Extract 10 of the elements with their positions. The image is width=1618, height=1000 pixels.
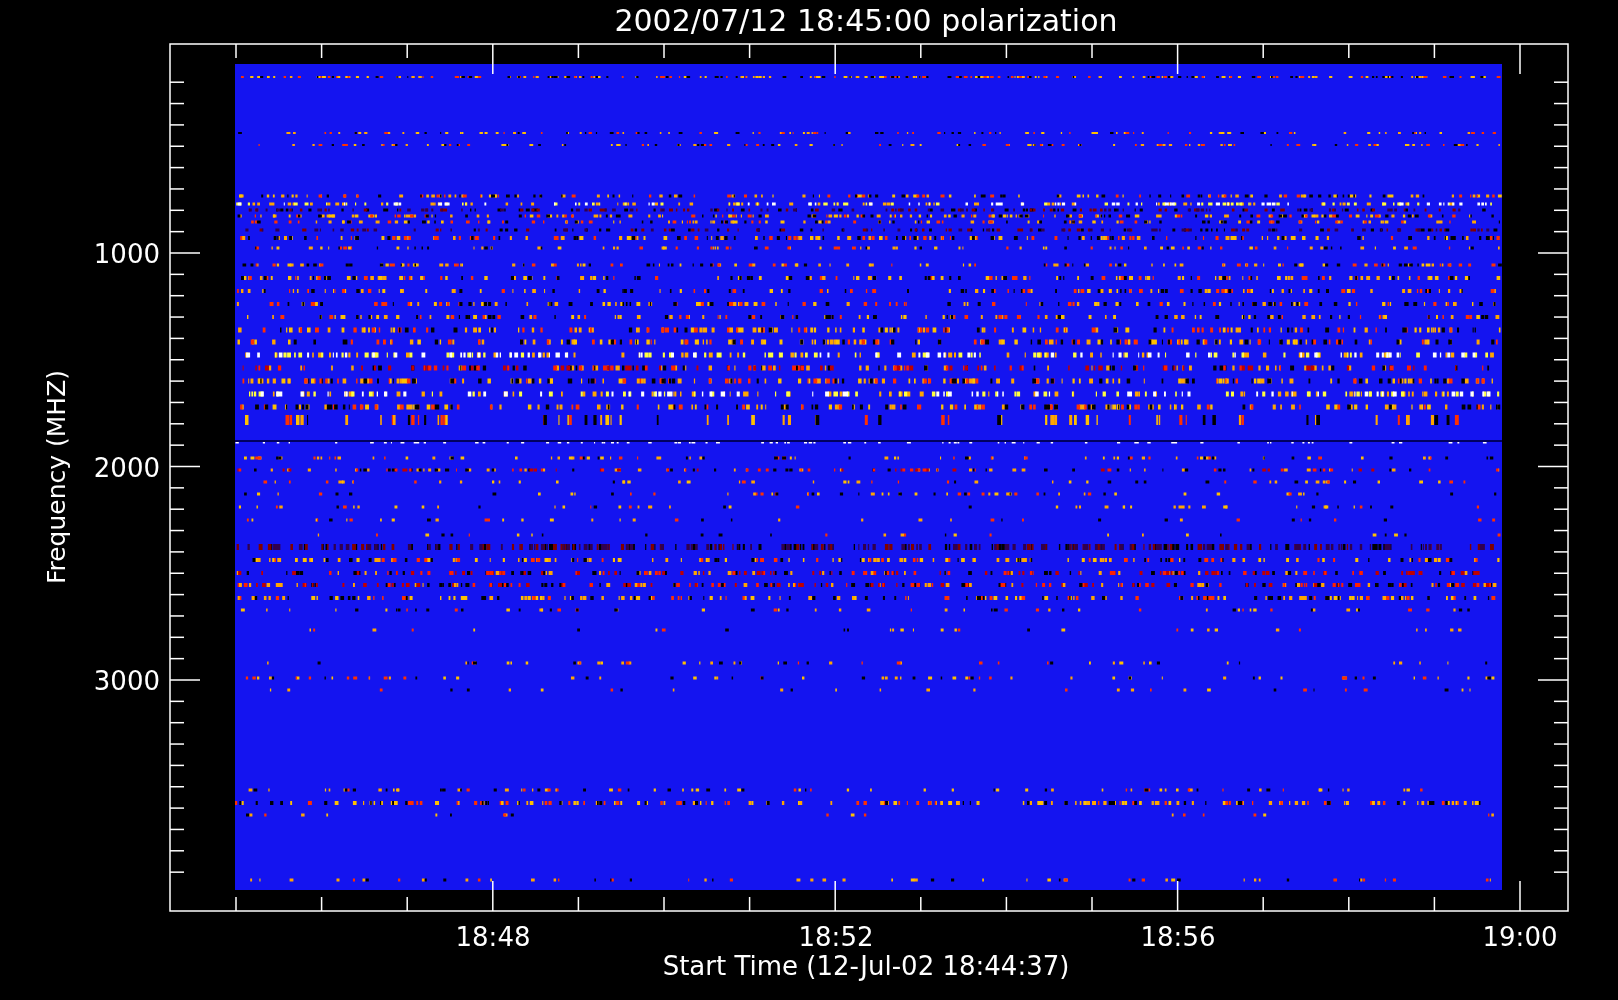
axis-label: Frequency (MHZ) [42, 369, 71, 585]
plot-title: 2002/07/12 18:45:00 polarization [614, 3, 1118, 38]
axis-label: Start Time (12-Jul-02 18:44:37) [662, 951, 1070, 981]
axis-tick-label: 18:56 [1140, 922, 1216, 952]
axis-tick-label: 19:00 [1482, 922, 1558, 952]
axis-tick-label: 18:52 [798, 922, 874, 952]
axis-tick-label: 1000 [93, 239, 160, 269]
axis-tick-label: 2000 [93, 453, 160, 483]
axis-tick-label: 3000 [93, 666, 160, 696]
axis-tick-label: 18:48 [455, 922, 531, 952]
